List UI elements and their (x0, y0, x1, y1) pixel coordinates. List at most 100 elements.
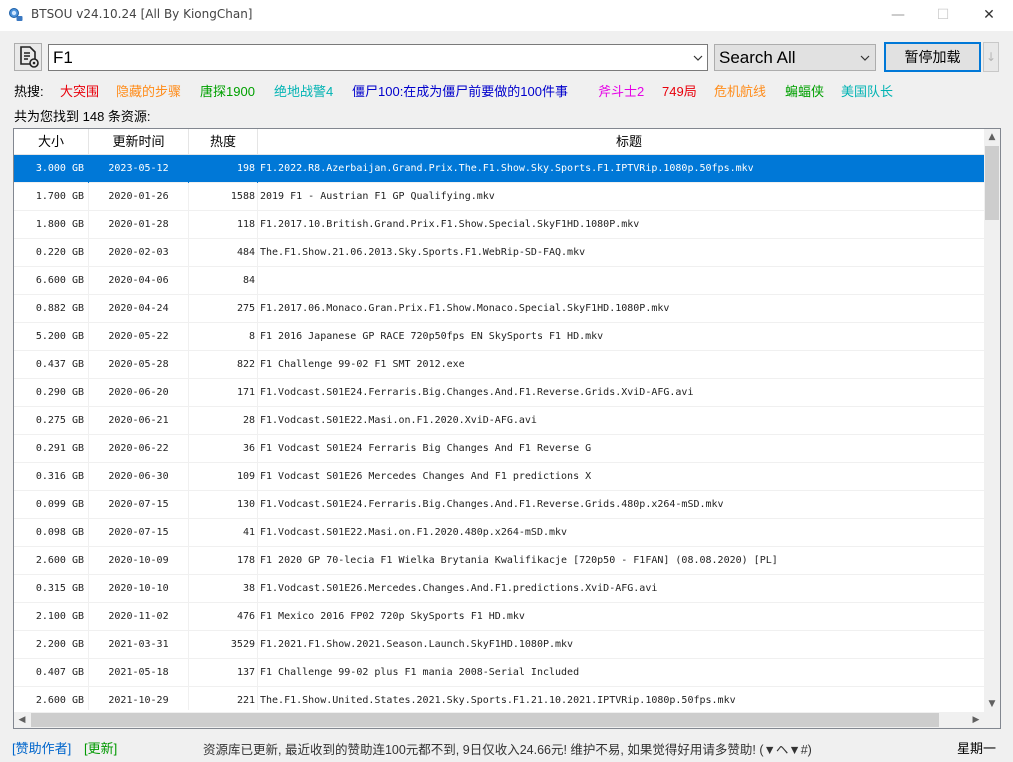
cell-date: 2020-06-20 (89, 379, 189, 407)
cell-size: 2.600 GB (14, 687, 89, 710)
table-row[interactable]: 2.600 GB 2021-10-29 221 The.F1.Show.United.… (14, 687, 984, 710)
cell-date: 2020-06-22 (89, 435, 189, 463)
cell-date: 2020-07-15 (89, 519, 189, 547)
table-row[interactable]: 2.600 GB 2020-10-09 178 F1 2020 GP 70-lecia… (14, 547, 984, 575)
cell-size: 5.200 GB (14, 323, 89, 351)
hot-search-item[interactable]: 斧斗士2 (598, 81, 644, 100)
cell-heat: 171 (189, 379, 258, 407)
cell-title: F1 Challenge 99-02 F1 SMT 2012.exe (260, 359, 465, 370)
column-header-title[interactable]: 标题 (258, 129, 1000, 154)
table-row[interactable]: 3.000 GB 2023-05-12 198 F1.2022.R8.Azerbaij… (14, 155, 984, 183)
cell-heat: 476 (189, 603, 258, 631)
hot-search-item[interactable]: 749局 (662, 81, 697, 100)
pause-more-button[interactable]: ↓ (983, 42, 999, 72)
table-row[interactable]: 0.407 GB 2021-05-18 137 F1 Challenge 99-02 … (14, 659, 984, 687)
horizontal-scrollbar[interactable]: ◀ ▶ (14, 712, 984, 728)
cell-date: 2020-07-15 (89, 491, 189, 519)
horizontal-scroll-thumb[interactable] (31, 713, 939, 727)
scroll-left-arrow-icon[interactable]: ◀ (14, 712, 30, 728)
cell-size: 2.100 GB (14, 603, 89, 631)
weekday-label: 星期一 (957, 741, 997, 756)
cell-size: 0.315 GB (14, 575, 89, 603)
result-count: 共为您找到 148 条资源: (14, 109, 151, 124)
hot-search-item[interactable]: 绝地战警4 (274, 81, 333, 100)
close-button[interactable]: ✕ (966, 0, 1012, 31)
table-row[interactable]: 5.200 GB 2020-05-22 8 F1 2016 Japanese GP R… (14, 323, 984, 351)
scroll-down-arrow-icon[interactable]: ▼ (984, 696, 1000, 712)
maximize-button[interactable]: ☐ (920, 0, 966, 31)
table-row[interactable]: 6.600 GB 2020-04-06 84 (14, 267, 984, 295)
cell-date: 2020-05-28 (89, 351, 189, 379)
cell-heat: 275 (189, 295, 258, 323)
cell-size: 2.200 GB (14, 631, 89, 659)
table-row[interactable]: 0.099 GB 2020-07-15 130 F1.Vodcast.S01E24.F… (14, 491, 984, 519)
hot-search-item[interactable]: 唐探1900 (200, 81, 255, 100)
hot-search-item[interactable]: 隐藏的步骤 (116, 81, 181, 100)
table-row[interactable]: 0.275 GB 2020-06-21 28 F1.Vodcast.S01E22.Ma… (14, 407, 984, 435)
results-table[interactable]: 大小 更新时间 热度 标题 3.000 GB 2023-05-12 198 F1.20… (13, 128, 1001, 729)
table-row[interactable]: 1.700 GB 2020-01-26 1588 2019 F1 - Austrian… (14, 183, 984, 211)
cell-date: 2021-05-18 (89, 659, 189, 687)
column-header-date[interactable]: 更新时间 (89, 129, 189, 154)
search-combobox[interactable] (48, 44, 708, 71)
table-row[interactable]: 0.437 GB 2020-05-28 822 F1 Challenge 99-02 … (14, 351, 984, 379)
vertical-scroll-thumb[interactable] (985, 146, 999, 220)
cell-heat: 221 (189, 687, 258, 710)
cell-heat: 84 (189, 267, 258, 295)
cell-title: F1.Vodcast.S01E22.Masi.on.F1.2020.480p.x… (260, 527, 568, 538)
table-row[interactable]: 0.220 GB 2020-02-03 484 The.F1.Show.21.06.2… (14, 239, 984, 267)
cell-size: 1.700 GB (14, 183, 89, 211)
cell-title: F1.Vodcast.S01E22.Masi.on.F1.2020.XviD-A… (260, 415, 537, 426)
chevron-down-icon[interactable] (691, 51, 705, 65)
cell-title: F1.2017.06.Monaco.Gran.Prix.F1.Show.Mona… (260, 303, 670, 314)
table-row[interactable]: 2.100 GB 2020-11-02 476 F1 Mexico 2016 FP02… (14, 603, 984, 631)
hot-search-item[interactable]: 美国队长 (841, 81, 893, 100)
cell-size: 2.600 GB (14, 547, 89, 575)
sponsor-link[interactable]: [赞助作者] (12, 738, 71, 757)
cell-title: F1 Mexico 2016 FP02 720p SkySports F1 HD… (260, 611, 525, 622)
cell-heat: 137 (189, 659, 258, 687)
cell-date: 2020-04-24 (89, 295, 189, 323)
hot-search-label: 热搜: (14, 84, 44, 99)
vertical-scrollbar[interactable]: ▲ ▼ (984, 129, 1000, 712)
hot-search-item[interactable]: 蝙蝠侠 (785, 81, 824, 100)
table-row[interactable]: 2.200 GB 2021-03-31 3529 F1.2021.F1.Show.20… (14, 631, 984, 659)
cell-title: F1 2016 Japanese GP RACE 720p50fps EN Sk… (260, 331, 604, 342)
scroll-right-arrow-icon[interactable]: ▶ (968, 712, 984, 728)
cell-size: 0.098 GB (14, 519, 89, 547)
table-row[interactable]: 0.316 GB 2020-06-30 109 F1 Vodcast S01E26 M… (14, 463, 984, 491)
hot-search-item[interactable]: 僵尸100:在成为僵尸前要做的100件事 (352, 81, 568, 100)
table-row[interactable]: 1.800 GB 2020-01-28 118 F1.2017.10.British.… (14, 211, 984, 239)
table-row[interactable]: 0.291 GB 2020-06-22 36 F1 Vodcast S01E24 Fe… (14, 435, 984, 463)
pause-loading-button[interactable]: 暂停加载 (884, 42, 981, 72)
column-header-heat[interactable]: 热度 (189, 129, 258, 154)
cell-title: F1 2020 GP 70-lecia F1 Wielka Brytania K… (260, 555, 778, 566)
cell-date: 2020-10-10 (89, 575, 189, 603)
cell-heat: 41 (189, 519, 258, 547)
hot-search-item[interactable]: 危机航线 (714, 81, 766, 100)
table-row[interactable]: 0.098 GB 2020-07-15 41 F1.Vodcast.S01E22.Ma… (14, 519, 984, 547)
cell-title: F1.Vodcast.S01E26.Mercedes.Changes.And.F… (260, 583, 658, 594)
update-link[interactable]: [更新] (84, 738, 117, 757)
cell-title: F1 Challenge 99-02 plus F1 mania 2008-Se… (260, 667, 580, 678)
table-row[interactable]: 0.290 GB 2020-06-20 171 F1.Vodcast.S01E24.F… (14, 379, 984, 407)
search-input[interactable] (53, 46, 683, 69)
hot-search-item[interactable]: 大突围 (60, 81, 99, 100)
cell-date: 2020-06-30 (89, 463, 189, 491)
cell-date: 2020-04-06 (89, 267, 189, 295)
search-scope-select[interactable]: Search All (714, 44, 876, 71)
cell-size: 1.800 GB (14, 211, 89, 239)
cell-title: 2019 F1 - Austrian F1 GP Qualifying.mkv (260, 191, 495, 202)
search-options-button[interactable] (14, 43, 42, 71)
app-icon (9, 8, 23, 21)
window-title: BTSOU v24.10.24 [All By KiongChan] (31, 7, 253, 21)
minimize-button[interactable]: — (875, 0, 921, 31)
table-row[interactable]: 0.882 GB 2020-04-24 275 F1.2017.06.Monaco.G… (14, 295, 984, 323)
cell-title: F1.2022.R8.Azerbaijan.Grand.Prix.The.F1.… (260, 163, 754, 174)
cell-heat: 178 (189, 547, 258, 575)
cell-size: 0.099 GB (14, 491, 89, 519)
column-header-size[interactable]: 大小 (14, 129, 89, 154)
table-row[interactable]: 0.315 GB 2020-10-10 38 F1.Vodcast.S01E26.Me… (14, 575, 984, 603)
scroll-up-arrow-icon[interactable]: ▲ (984, 129, 1000, 145)
cell-date: 2020-05-22 (89, 323, 189, 351)
